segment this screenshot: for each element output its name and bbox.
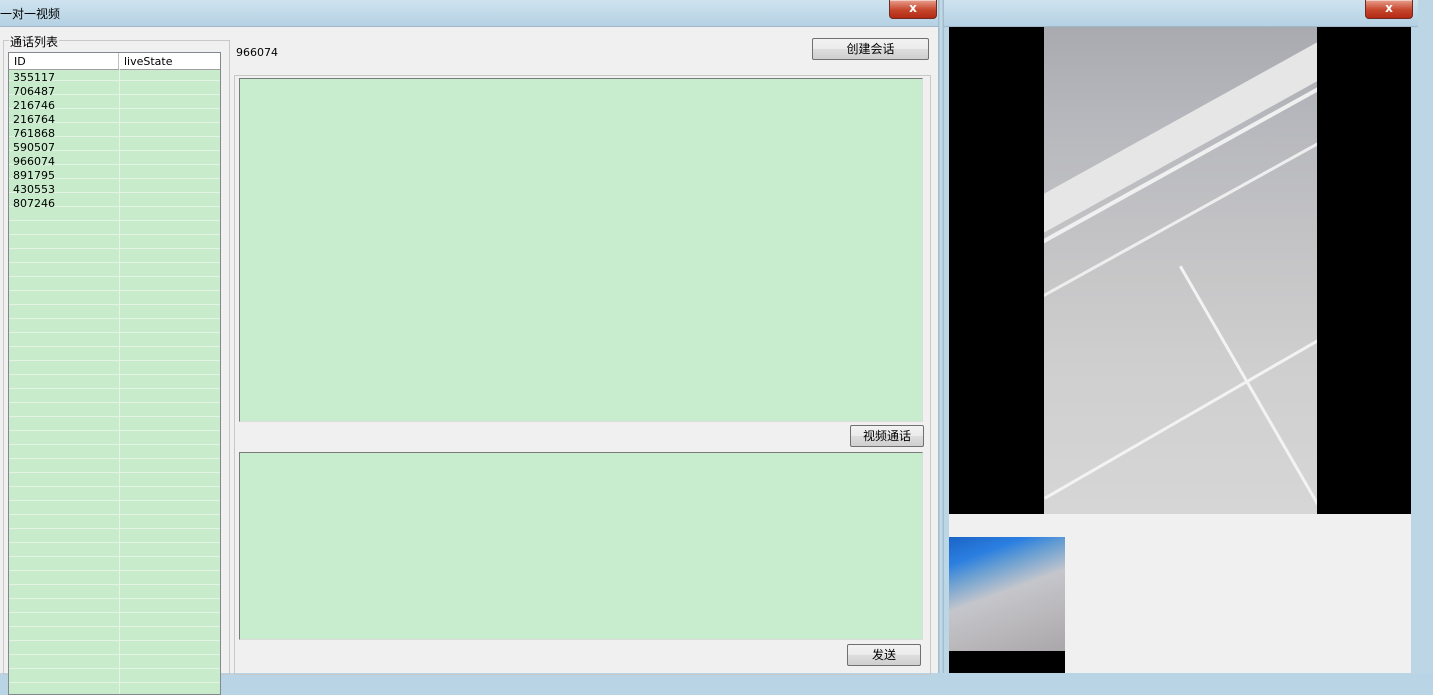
call-list-header: ID liveState: [9, 53, 220, 70]
column-header-live-state[interactable]: liveState: [119, 53, 219, 69]
list-item-id: 216746: [13, 99, 55, 112]
remote-video-frame: [1044, 27, 1317, 514]
column-header-id[interactable]: ID: [9, 53, 119, 69]
video-window: x: [944, 0, 1419, 673]
window-title: 一对一视频: [0, 7, 61, 21]
ceiling-pipe: [1044, 332, 1317, 500]
list-item[interactable]: 807246: [9, 197, 220, 211]
current-session-id: 966074: [236, 46, 278, 59]
list-item[interactable]: 355117: [9, 71, 220, 85]
message-input-area[interactable]: [239, 452, 923, 640]
video-call-button[interactable]: 视频通话: [850, 425, 924, 447]
message-display-area[interactable]: [239, 78, 923, 422]
create-session-button[interactable]: 创建会话: [812, 38, 929, 60]
video-client-area: [949, 27, 1411, 673]
list-item[interactable]: 216746: [9, 99, 220, 113]
list-item[interactable]: 891795: [9, 169, 220, 183]
list-item[interactable]: 706487: [9, 85, 220, 99]
list-item-id: 761868: [13, 127, 55, 140]
call-list[interactable]: ID liveState 355117 706487 216746 216764 761…: [8, 52, 221, 695]
main-window: 一对一视频 x 通话列表 ID liveState 355117 706487 21…: [0, 0, 938, 695]
close-icon: x: [1385, 1, 1393, 15]
ceiling-beam: [1044, 27, 1317, 257]
close-button[interactable]: x: [889, 0, 937, 19]
close-icon: x: [909, 1, 917, 15]
list-item-id: 966074: [13, 155, 55, 168]
list-item[interactable]: 430553: [9, 183, 220, 197]
list-item[interactable]: 966074: [9, 155, 220, 169]
main-title-bar[interactable]: 一对一视频 x: [0, 0, 938, 27]
main-client-area: 通话列表 ID liveState 355117 706487 216746 2167…: [0, 27, 938, 695]
desktop-edge: [1418, 0, 1433, 673]
list-item-id: 355117: [13, 71, 55, 84]
list-item-id: 590507: [13, 141, 55, 154]
call-list-rows: 355117 706487 216746 216764 761868 590507 9660…: [9, 71, 220, 211]
list-item[interactable]: 761868: [9, 127, 220, 141]
local-video-frame: [949, 537, 1065, 651]
remote-video-view: [949, 27, 1411, 514]
send-button[interactable]: 发送: [847, 644, 921, 666]
list-item[interactable]: 216764: [9, 113, 220, 127]
list-item[interactable]: 590507: [9, 141, 220, 155]
list-item-id: 706487: [13, 85, 55, 98]
list-item-id: 891795: [13, 169, 55, 182]
close-button[interactable]: x: [1365, 0, 1413, 19]
list-item-id: 216764: [13, 113, 55, 126]
ceiling-pipe: [1179, 265, 1317, 514]
local-video-view: [949, 537, 1065, 673]
video-title-bar[interactable]: x: [944, 0, 1419, 27]
list-item-id: 807246: [13, 197, 55, 210]
list-item-id: 430553: [13, 183, 55, 196]
call-list-group-title: 通话列表: [9, 33, 60, 50]
